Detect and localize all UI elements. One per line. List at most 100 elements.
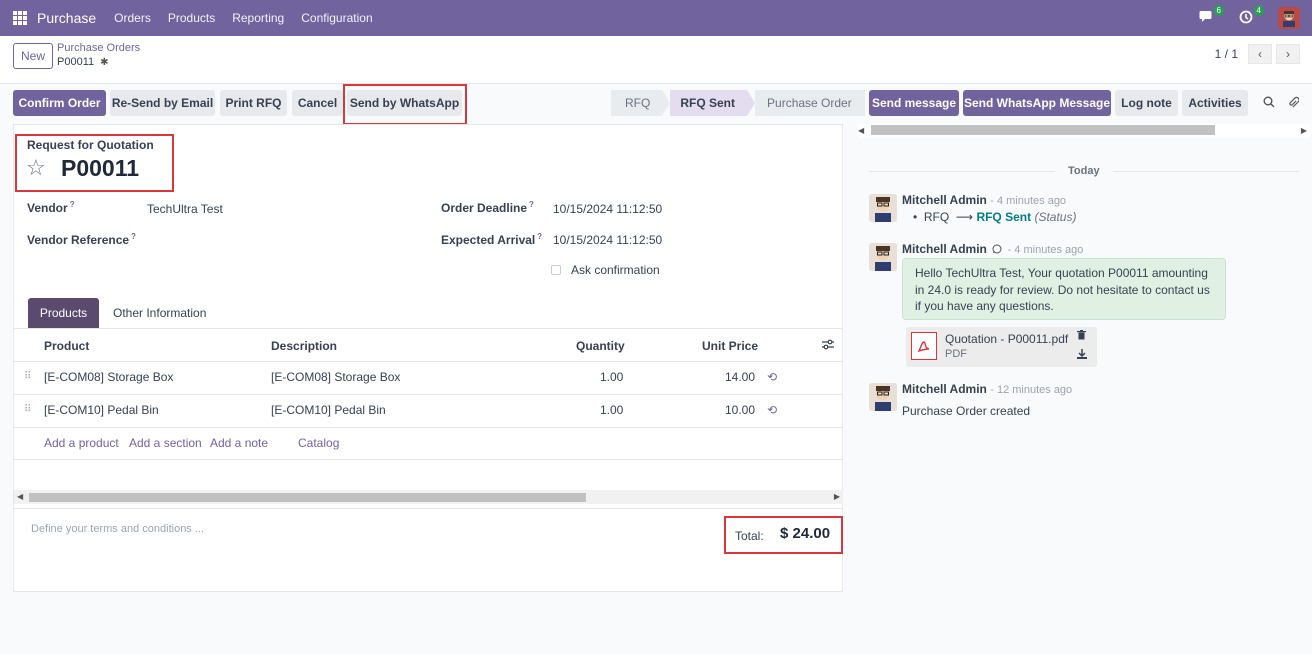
stage-rfq[interactable]: RFQ — [611, 90, 663, 116]
avatar[interactable] — [869, 383, 897, 411]
terms-field[interactable]: Define your terms and conditions ... — [31, 523, 204, 535]
line-quantity[interactable]: 1.00 — [600, 403, 623, 417]
form-sheet: Request for Quotation ☆ P00011 Vendor? T… — [13, 124, 843, 592]
column-product[interactable]: Product — [44, 339, 89, 353]
line-quantity[interactable]: 1.00 — [600, 370, 623, 384]
line-product[interactable]: [E-COM10] Pedal Bin — [44, 403, 159, 417]
download-icon[interactable] — [1077, 349, 1087, 362]
header-divider — [14, 361, 843, 362]
revert-icon[interactable]: ⟲ — [767, 403, 777, 417]
catalog-link[interactable]: Catalog — [298, 436, 339, 450]
ask-confirmation-label: Ask confirmation — [571, 263, 660, 277]
resend-email-button[interactable]: Re-Send by Email — [110, 90, 215, 116]
breadcrumb-purchase-orders[interactable]: Purchase Orders — [57, 42, 140, 54]
activities-icon[interactable]: 4 — [1238, 5, 1264, 26]
column-description[interactable]: Description — [271, 339, 337, 353]
scroll-right-icon[interactable]: ▶ — [834, 492, 840, 501]
message-time: - 12 minutes ago — [990, 384, 1073, 396]
send-whatsapp-message-button[interactable]: Send WhatsApp Message — [963, 90, 1111, 116]
new-button[interactable]: New — [13, 43, 53, 69]
row-divider — [14, 459, 843, 460]
highlight-whatsapp — [343, 84, 467, 125]
stage-rfq-sent[interactable]: RFQ Sent — [670, 90, 748, 116]
menu-orders[interactable]: Orders — [114, 11, 151, 25]
line-unit-price[interactable]: 14.00 — [725, 370, 755, 384]
scrollbar-thumb[interactable] — [29, 493, 586, 502]
date-divider — [869, 171, 1055, 172]
column-unit-price[interactable]: Unit Price — [702, 339, 758, 353]
tab-divider — [14, 328, 843, 329]
scroll-right-icon[interactable]: ▶ — [1301, 126, 1307, 135]
line-unit-price[interactable]: 10.00 — [725, 403, 755, 417]
message-author[interactable]: Mitchell Admin - 12 minutes ago — [902, 382, 1072, 396]
status-bar: RFQ RFQ Sent Purchase Order — [611, 90, 865, 116]
pager-previous-icon[interactable]: ‹ — [1248, 44, 1272, 64]
column-settings-icon[interactable] — [822, 338, 834, 353]
stage-purchase-order[interactable]: Purchase Order — [755, 90, 865, 116]
row-divider — [14, 394, 843, 395]
user-avatar[interactable] — [1278, 7, 1300, 29]
print-rfq-button[interactable]: Print RFQ — [220, 90, 287, 116]
pager-value[interactable]: 1 / 1 — [1215, 47, 1238, 61]
cancel-button[interactable]: Cancel — [292, 90, 343, 116]
menu-reporting[interactable]: Reporting — [232, 11, 284, 25]
chatter-scrollbar[interactable]: ◀ ▶ — [858, 124, 1310, 138]
avatar[interactable] — [869, 194, 897, 222]
avatar[interactable] — [869, 243, 897, 271]
line-description[interactable]: [E-COM10] Pedal Bin — [271, 403, 386, 417]
attachment-name: Quotation - P00011.pdf — [945, 332, 1069, 346]
tab-products[interactable]: Products — [28, 298, 99, 328]
message-body: Purchase Order created — [902, 404, 1031, 418]
ask-confirmation-checkbox[interactable] — [551, 265, 561, 275]
drag-handle-icon[interactable]: ⠿ — [24, 404, 31, 415]
stage-separator — [747, 90, 756, 116]
chatter-scrollbar-thumb[interactable] — [871, 125, 1215, 135]
add-product-link[interactable]: Add a product — [44, 436, 119, 450]
top-navbar: Purchase Orders Products Reporting Confi… — [0, 0, 1312, 36]
tab-other-information[interactable]: Other Information — [113, 306, 206, 320]
pager-next-icon[interactable]: › — [1276, 44, 1300, 64]
menu-configuration[interactable]: Configuration — [301, 11, 372, 25]
breadcrumb-record: P00011 ✱ — [57, 56, 109, 68]
drag-handle-icon[interactable]: ⠿ — [24, 371, 31, 382]
messages-badge: 6 — [1213, 5, 1224, 16]
highlight-total — [724, 516, 843, 554]
message-author[interactable]: Mitchell Admin - 4 minutes ago — [902, 193, 1066, 207]
line-description[interactable]: [E-COM08] Storage Box — [271, 370, 400, 384]
paperclip-icon[interactable] — [1287, 96, 1300, 112]
app-name[interactable]: Purchase — [37, 10, 96, 26]
row-divider — [14, 427, 843, 428]
tracking-value: • RFQ ⟶ RFQ Sent (Status) — [913, 210, 1077, 224]
menu-products[interactable]: Products — [168, 11, 215, 25]
log-note-button[interactable]: Log note — [1115, 90, 1178, 116]
attachment-card[interactable]: Quotation - P00011.pdf PDF — [906, 327, 1097, 367]
send-message-button[interactable]: Send message — [869, 90, 959, 116]
trash-icon[interactable] — [1077, 330, 1086, 343]
control-panel: New Purchase Orders P00011 ✱ 1 / 1 ‹ › — [0, 36, 1312, 84]
record-name: P00011 — [57, 56, 95, 68]
add-note-link[interactable]: Add a note — [210, 436, 268, 450]
revert-icon[interactable]: ⟲ — [767, 370, 777, 384]
vendor-field[interactable]: TechUltra Test — [147, 202, 223, 216]
vendor-label: Vendor? — [27, 200, 75, 215]
horizontal-scrollbar[interactable]: ◀ ▶ — [14, 490, 843, 504]
line-product[interactable]: [E-COM08] Storage Box — [44, 370, 173, 384]
expected-arrival-field[interactable]: 10/15/2024 11:12:50 — [553, 233, 662, 247]
scroll-left-icon[interactable]: ◀ — [17, 492, 23, 501]
scroll-left-icon[interactable]: ◀ — [858, 126, 864, 135]
messages-icon[interactable]: 6 — [1198, 5, 1224, 26]
pdf-icon — [911, 332, 937, 360]
highlight-rfq-title — [15, 134, 174, 192]
app-menu-icon[interactable] — [13, 11, 27, 25]
order-deadline-field[interactable]: 10/15/2024 11:12:50 — [553, 202, 662, 216]
section-divider — [14, 508, 843, 509]
add-section-link[interactable]: Add a section — [129, 436, 202, 450]
confirm-order-button[interactable]: Confirm Order — [13, 90, 106, 116]
column-quantity[interactable]: Quantity — [576, 339, 625, 353]
stage-separator — [662, 90, 671, 116]
gear-icon[interactable]: ✱ — [100, 57, 108, 68]
search-icon[interactable] — [1263, 96, 1275, 111]
activities-button[interactable]: Activities — [1182, 90, 1248, 116]
message-author[interactable]: Mitchell Admin - 4 minutes ago — [902, 242, 1083, 257]
vendor-reference-field[interactable] — [147, 232, 427, 248]
